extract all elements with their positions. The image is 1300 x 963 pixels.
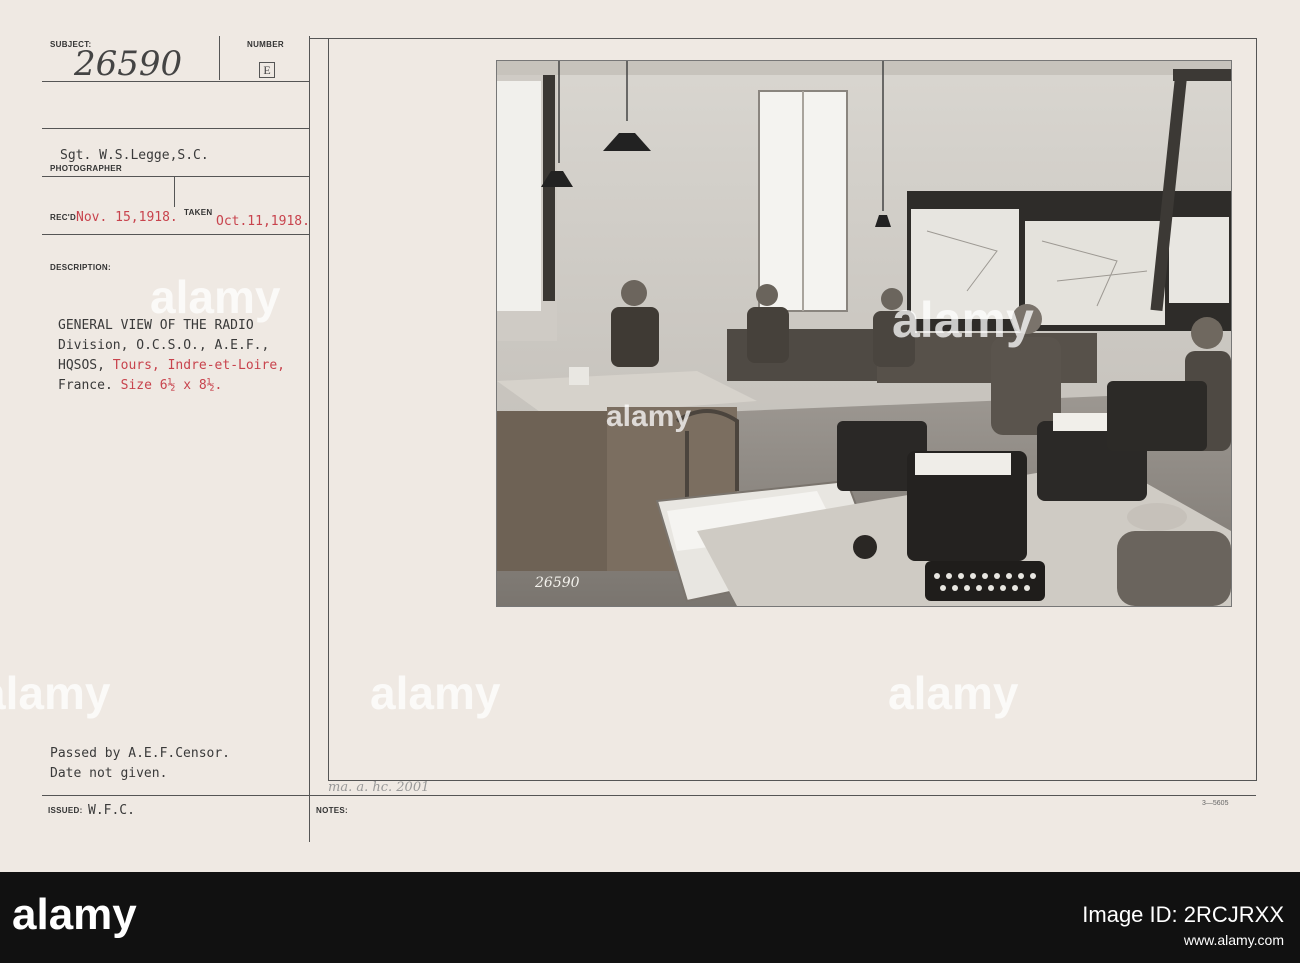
- description-line-4: France. Size 6½ x 8½.: [58, 378, 222, 393]
- censor-line-2: Date not given.: [50, 766, 168, 781]
- issued-label: ISSUED:: [48, 806, 83, 815]
- subject-number-handwritten: 26590: [74, 44, 183, 84]
- photo-area-left-rule: [328, 38, 329, 780]
- watermark-mid-right: alamy: [888, 667, 1019, 719]
- watermark-center-photo: alamy: [606, 400, 692, 433]
- censor-line-1: Passed by A.E.F.Censor.: [50, 746, 231, 761]
- notes-row-rule: [42, 795, 1256, 796]
- number-stamp: E: [259, 62, 275, 78]
- photographer-top-rule: [42, 128, 310, 129]
- alamy-logo[interactable]: alamy: [12, 890, 137, 940]
- description-line-4-black: France.: [58, 378, 121, 393]
- description-line-3: HQSOS, Tours, Indre-et-Loire,: [58, 358, 285, 373]
- office-photograph: 26590 alamy: [496, 60, 1232, 607]
- notes-handwriting: ma. a. hc. 2001: [328, 780, 430, 795]
- right-border: [1256, 38, 1257, 780]
- photographer-value: Sgt. W.S.Legge,S.C.: [60, 148, 209, 163]
- card-top-rule: [310, 38, 1256, 39]
- description-line-3-red: Tours, Indre-et-Loire,: [112, 358, 285, 373]
- description-label: DESCRIPTION:: [50, 263, 111, 272]
- recd-taken-divider: [174, 177, 175, 207]
- taken-date: Oct.11,1918.: [216, 214, 310, 229]
- description-line-2: Division, O.C.S.O., A.E.F.,: [58, 338, 270, 353]
- archive-photo-card: SUBJECT: 26590 NUMBER E Sgt. W.S.Legge,S…: [0, 0, 1300, 872]
- recd-row-rule: [42, 234, 310, 235]
- subject-number-divider: [219, 36, 220, 80]
- watermark-top-left: alamy: [150, 271, 281, 323]
- recd-date: Nov. 15,1918.: [76, 210, 178, 225]
- image-id: Image ID: 2RCJRXX: [1082, 902, 1284, 927]
- site-url[interactable]: www.alamy.com: [1184, 932, 1284, 948]
- recd-label: REC'D: [50, 213, 77, 222]
- photo-area-bottom-rule: [328, 780, 1257, 781]
- watermark-mid-left: alamy: [0, 667, 111, 719]
- photographer-bottom-rule: [42, 176, 310, 177]
- stock-footer-bar: alamy Image ID: 2RCJRXX www.alamy.com: [0, 872, 1300, 963]
- photo-watermark: alamy: [892, 292, 1034, 348]
- number-value: E: [263, 63, 271, 77]
- radio-division-office-scene: [497, 61, 1231, 606]
- photographer-label: PHOTOGRAPHER: [50, 164, 122, 173]
- description-line-3-black: HQSOS,: [58, 358, 113, 373]
- photo-negative-number: 26590: [535, 575, 580, 591]
- number-label: NUMBER: [247, 40, 284, 49]
- description-line-4-red: Size 6½ x 8½.: [120, 378, 223, 393]
- left-column-divider: [309, 36, 310, 842]
- taken-label: TAKEN: [184, 208, 213, 217]
- issued-value: W.F.C.: [88, 803, 135, 818]
- notes-label: NOTES:: [316, 806, 349, 815]
- watermark-mid-center: alamy: [370, 667, 501, 719]
- corner-code: 3—5605: [1202, 800, 1229, 807]
